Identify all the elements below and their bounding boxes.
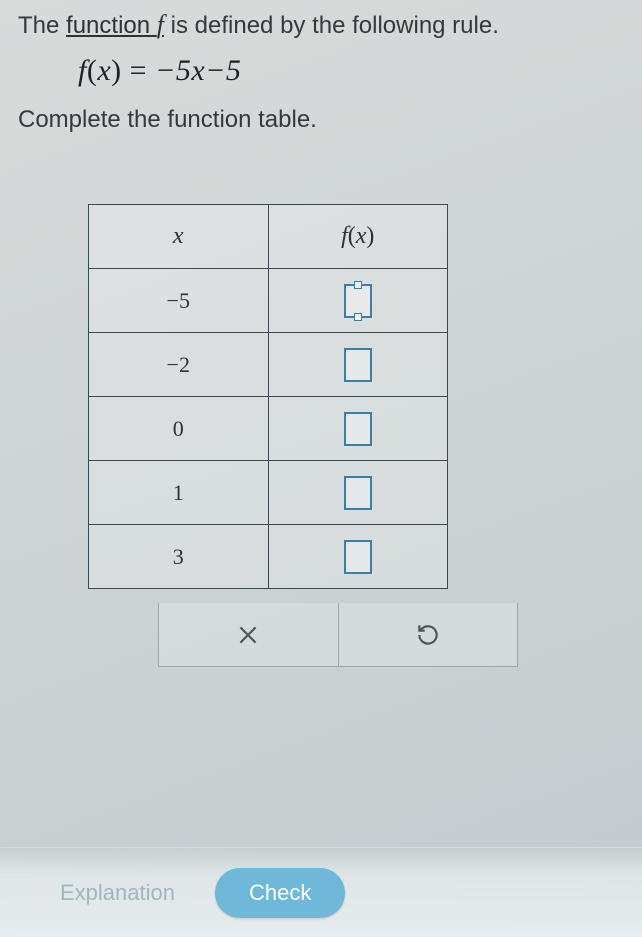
answer-input[interactable] — [344, 476, 372, 510]
intro-text: The function f is defined by the followi… — [18, 10, 624, 40]
intro-prefix: The — [18, 12, 66, 39]
table-header-row: x f(x) — [89, 205, 448, 269]
x-cell: −2 — [89, 333, 269, 397]
clear-button[interactable] — [159, 603, 338, 666]
function-link-fvar: f — [157, 10, 164, 39]
fx-cell — [268, 461, 448, 525]
answer-input[interactable] — [344, 412, 372, 446]
reset-icon — [415, 622, 441, 648]
formula-x: x — [97, 54, 111, 87]
formula-close: ) — [111, 54, 122, 87]
formula: f(x) = −5x−5 — [78, 54, 624, 88]
table-row: −2 — [89, 333, 448, 397]
x-cell: 1 — [89, 461, 269, 525]
table-row: 3 — [89, 525, 448, 589]
fx-cell — [268, 397, 448, 461]
function-table: x f(x) −5 −2 0 1 3 — [88, 204, 448, 589]
table-row: 0 — [89, 397, 448, 461]
x-cell: 3 — [89, 525, 269, 589]
function-link-word: function — [66, 12, 157, 39]
fx-cell — [268, 333, 448, 397]
formula-eq: = — [122, 54, 155, 87]
header-x: x — [89, 205, 269, 269]
formula-f: f — [78, 54, 87, 87]
table-toolbar — [158, 603, 518, 667]
instruction: Complete the function table. — [18, 106, 624, 134]
fx-cell — [268, 269, 448, 333]
intro-suffix: is defined by the following rule. — [164, 12, 499, 39]
header-fx: f(x) — [268, 205, 448, 269]
answer-input[interactable] — [344, 284, 372, 318]
function-link[interactable]: function f — [66, 12, 164, 39]
explanation-button[interactable]: Explanation — [60, 880, 175, 906]
check-button[interactable]: Check — [215, 868, 345, 918]
answer-input[interactable] — [344, 348, 372, 382]
answer-input[interactable] — [344, 540, 372, 574]
footer: Explanation Check — [0, 847, 642, 937]
table-row: −5 — [89, 269, 448, 333]
table-row: 1 — [89, 461, 448, 525]
x-cell: 0 — [89, 397, 269, 461]
reset-button[interactable] — [338, 603, 518, 666]
fx-cell — [268, 525, 448, 589]
clear-x-icon — [235, 622, 261, 648]
x-cell: −5 — [89, 269, 269, 333]
formula-open: ( — [87, 54, 98, 87]
formula-rhs: −5x−5 — [155, 54, 241, 87]
